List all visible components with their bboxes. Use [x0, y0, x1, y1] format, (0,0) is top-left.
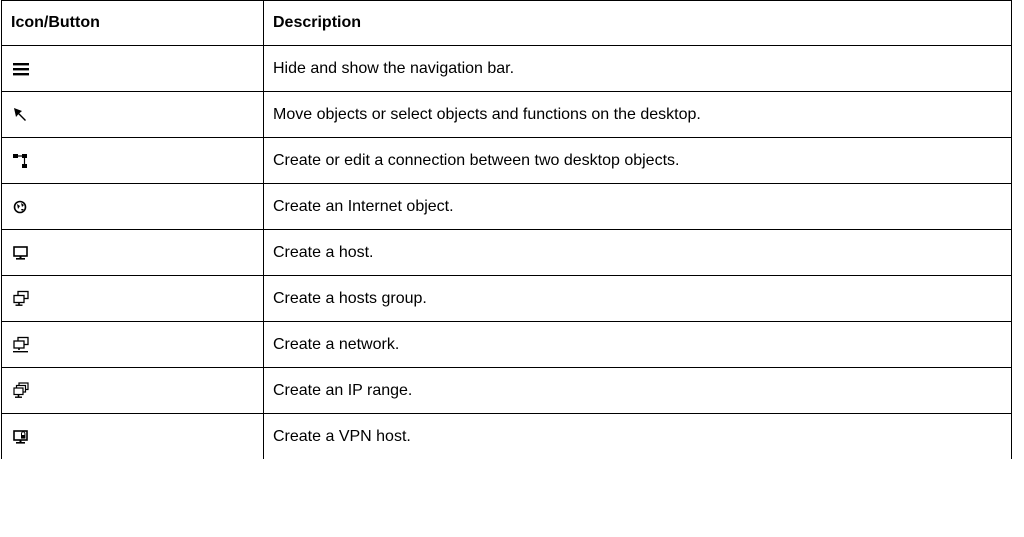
icon-cell: [1, 367, 264, 414]
icon-button-table: Icon/Button Description Hide and show th…: [1, 0, 1012, 459]
description-cell: Move objects or select objects and funct…: [263, 91, 1012, 138]
vpn-host-icon: [11, 427, 31, 447]
icon-cell: [1, 229, 264, 276]
description-cell: Create a VPN host.: [263, 413, 1012, 459]
description-cell: Create a hosts group.: [263, 275, 1012, 322]
icon-cell: [1, 137, 264, 184]
column-header-description: Description: [263, 0, 1012, 46]
icon-cell: [1, 45, 264, 92]
description-cell: Create a host.: [263, 229, 1012, 276]
icon-cell: [1, 321, 264, 368]
column-header-icon-button: Icon/Button: [1, 0, 264, 46]
network-icon: [11, 335, 31, 355]
table-row: Create a network.: [1, 321, 1012, 368]
table-row: Create a VPN host.: [1, 413, 1012, 459]
table-row: Create an IP range.: [1, 367, 1012, 414]
table-row: Move objects or select objects and funct…: [1, 91, 1012, 138]
table-header-row: Icon/Button Description: [1, 0, 1012, 46]
hosts-group-icon: [11, 289, 31, 309]
pointer-arrow-icon: [11, 105, 31, 125]
table-row: Hide and show the navigation bar.: [1, 45, 1012, 92]
description-cell: Create a network.: [263, 321, 1012, 368]
icon-cell: [1, 91, 264, 138]
table-row: Create an Internet object.: [1, 183, 1012, 230]
description-cell: Create an IP range.: [263, 367, 1012, 414]
description-cell: Create an Internet object.: [263, 183, 1012, 230]
internet-globe-icon: [11, 197, 31, 217]
table-row: Create or edit a connection between two …: [1, 137, 1012, 184]
ip-range-icon: [11, 381, 31, 401]
description-cell: Create or edit a connection between two …: [263, 137, 1012, 184]
icon-cell: [1, 275, 264, 322]
description-cell: Hide and show the navigation bar.: [263, 45, 1012, 92]
icon-cell: [1, 183, 264, 230]
icon-cell: [1, 413, 264, 459]
host-icon: [11, 243, 31, 263]
table-row: Create a hosts group.: [1, 275, 1012, 322]
table-row: Create a host.: [1, 229, 1012, 276]
hamburger-menu-icon: [11, 59, 31, 79]
connection-icon: [11, 151, 31, 171]
